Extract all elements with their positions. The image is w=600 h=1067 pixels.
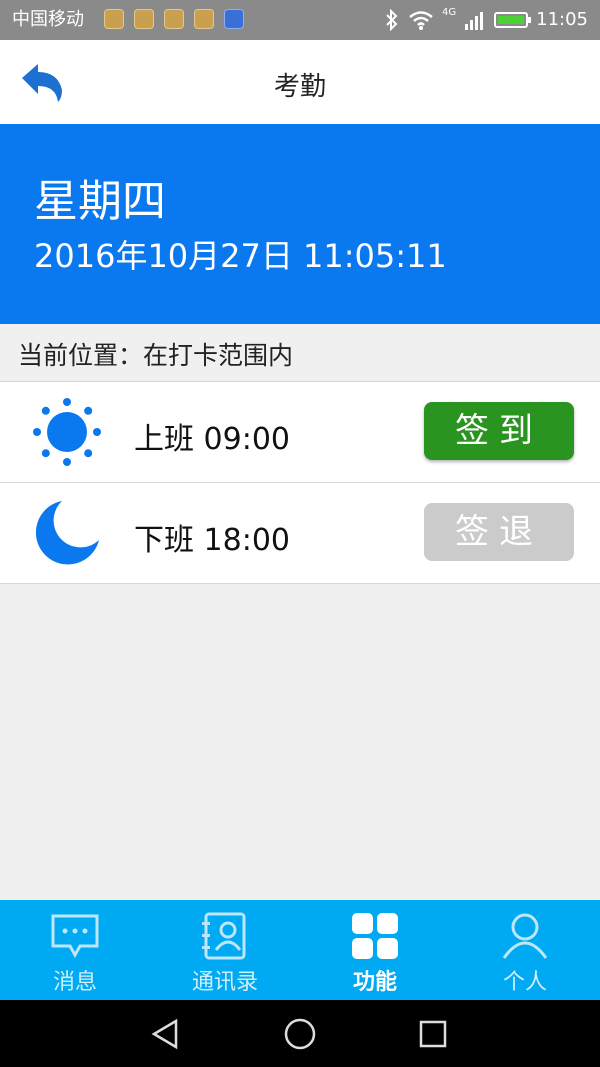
location-status: 当前位置：在打卡范围内 — [18, 341, 294, 370]
back-triangle-icon[interactable] — [150, 1018, 182, 1050]
wifi-icon — [409, 11, 433, 30]
bluetooth-icon — [386, 9, 398, 31]
clock: 11:05 — [536, 9, 588, 30]
date-banner: 星期四 2016年10月27日 11:05:11 — [0, 124, 600, 324]
moon-icon — [35, 501, 99, 565]
nav-item-contacts[interactable]: 通讯录 — [150, 900, 300, 1000]
contacts-icon — [202, 912, 246, 960]
status-bar: 中国移动 4G 11:05 — [0, 0, 600, 40]
check-out-time: 下班 18:00 — [134, 523, 290, 558]
nav-item-messages[interactable]: 消息 — [0, 900, 150, 1000]
nav-label: 个人 — [502, 970, 547, 995]
header: 考勤 — [0, 40, 600, 124]
bottom-nav: 消息 通讯录 功能 个人 — [0, 900, 600, 1000]
app-notification-icon — [134, 9, 154, 29]
check-out-row: 下班 18:00 签退 — [0, 483, 600, 584]
battery-icon — [494, 12, 532, 28]
weekday-label: 星期四 — [34, 176, 166, 227]
app-notification-icon — [104, 9, 124, 29]
recents-square-icon[interactable] — [418, 1019, 448, 1049]
datetime-label: 2016年10月27日 11:05:11 — [34, 237, 447, 275]
signal-icon — [465, 12, 484, 30]
notification-icons — [104, 9, 244, 29]
grid-icon — [352, 913, 398, 959]
nav-item-profile[interactable]: 个人 — [450, 900, 600, 1000]
nav-label: 功能 — [352, 970, 397, 995]
carrier-label: 中国移动 — [12, 9, 84, 30]
nav-item-functions[interactable]: 功能 — [300, 900, 450, 1000]
system-nav-bar — [0, 1000, 600, 1067]
nav-label: 消息 — [52, 970, 97, 995]
sun-icon — [33, 398, 101, 466]
check-in-time: 上班 09:00 — [134, 422, 290, 457]
location-bar: 当前位置：在打卡范围内 — [0, 324, 600, 382]
nav-label: 通讯录 — [191, 970, 258, 995]
home-circle-icon[interactable] — [283, 1017, 317, 1051]
message-icon — [51, 914, 99, 959]
page-title: 考勤 — [273, 72, 326, 102]
app-notification-icon — [224, 9, 244, 29]
check-in-button[interactable]: 签到 — [424, 402, 574, 460]
person-icon — [502, 913, 548, 959]
check-out-button[interactable]: 签退 — [424, 503, 574, 561]
app-notification-icon — [194, 9, 214, 29]
network-type: 4G — [442, 7, 457, 18]
check-in-row: 上班 09:00 签到 — [0, 382, 600, 483]
app-notification-icon — [164, 9, 184, 29]
status-right: 4G 11:05 — [384, 8, 588, 32]
